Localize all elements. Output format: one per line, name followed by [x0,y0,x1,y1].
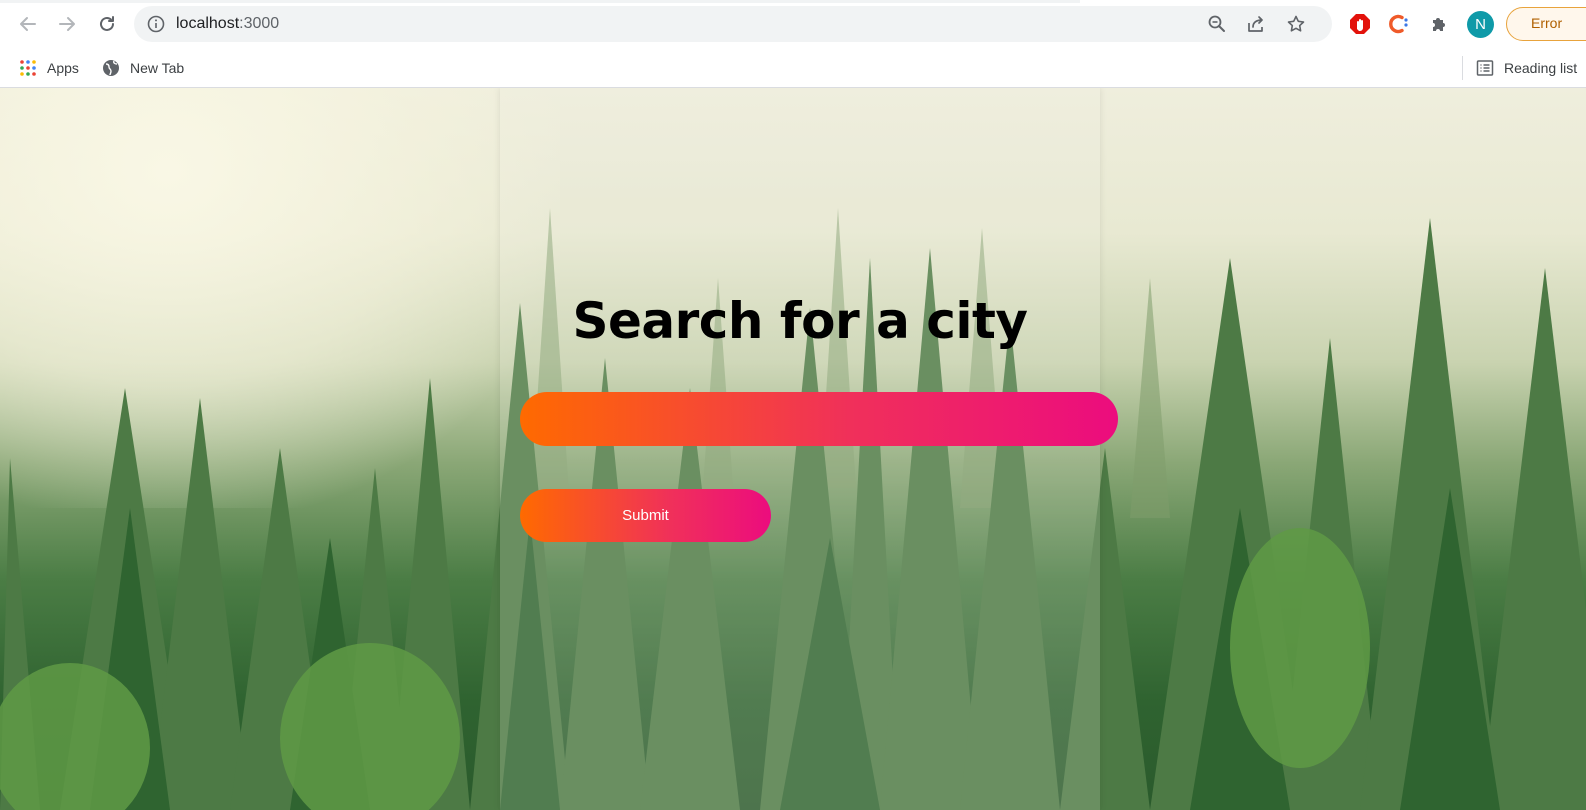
bookmark-star-icon[interactable] [1285,13,1307,35]
adblock-extension-icon[interactable] [1347,11,1373,37]
error-label: Error [1531,15,1563,31]
reading-list-label: Reading list [1504,60,1578,76]
reload-button[interactable] [93,10,121,38]
bookmark-new-tab-label: New Tab [130,60,185,76]
back-arrow-icon [20,17,36,31]
profile-avatar[interactable]: N [1467,11,1494,38]
url-port: :3000 [239,15,280,32]
bookmark-apps[interactable]: Apps [19,48,79,88]
bookmarks-bar: Apps New Tab Reading list [0,48,1586,88]
bookmark-new-tab[interactable]: New Tab [102,48,184,88]
site-info-icon[interactable] [146,14,166,34]
error-button[interactable]: Error [1506,7,1586,41]
extensions-puzzle-icon[interactable] [1426,11,1452,37]
globe-icon [103,60,119,76]
bookmarks-divider [1462,56,1463,80]
page-title: Search for a city [572,292,1028,350]
submit-button[interactable]: Submit [520,489,771,542]
page-background: Search for a city Submit [0,88,1586,810]
zoom-icon[interactable] [1206,13,1228,35]
reading-list-button[interactable]: Reading list [1476,48,1577,88]
bookmark-apps-label: Apps [47,60,79,76]
browser-toolbar: localhost:3000 N Error [0,0,1586,48]
back-button[interactable] [14,10,42,38]
tab-strip [0,0,1080,3]
city-search-input[interactable] [520,392,1118,446]
share-icon[interactable] [1245,13,1267,35]
address-bar[interactable]: localhost:3000 [134,6,1332,42]
url-host: localhost [176,15,240,32]
content-panel [500,88,1100,810]
c-extension-icon[interactable] [1386,11,1412,37]
apps-grid-icon [20,60,36,76]
forward-arrow-icon [59,17,75,31]
forward-button[interactable] [53,10,81,38]
reload-icon [100,16,114,31]
reading-list-icon [1476,60,1494,76]
url-text[interactable]: localhost:3000 [176,6,279,42]
